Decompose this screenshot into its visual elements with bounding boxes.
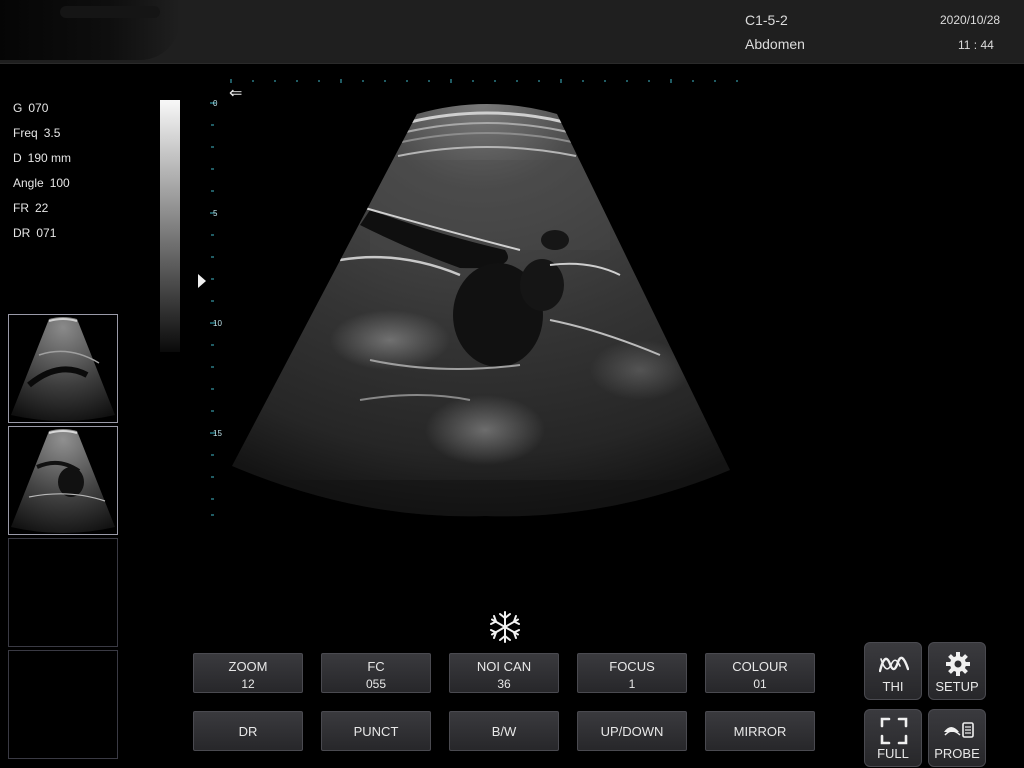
param-dynamic-range: DR 071 [13,226,57,240]
probe-name: C1-5-2 [745,12,788,28]
button-value: 36 [497,677,511,691]
button-value: 01 [753,677,767,691]
button-label: NOI CAN [476,659,532,674]
button-value: 055 [365,677,387,691]
button-label: FC [367,659,385,674]
button-label: FOCUS [609,659,655,674]
focus-button[interactable]: FOCUS 1 [577,653,687,693]
button-label: MIRROR [733,724,787,739]
thumbnail-slot-4[interactable] [8,650,118,759]
fullscreen-icon [880,717,908,745]
logo-area [0,0,180,60]
button-label: DR [238,724,258,739]
thumbnail-image [11,317,115,421]
depth-label-5: 5 [213,209,218,218]
button-label: THI [882,679,904,694]
full-button[interactable]: FULL [864,709,922,767]
exam-preset: Abdomen [745,36,805,52]
time-display: 11 : 44 [958,38,994,52]
bw-button[interactable]: B/W [449,711,559,751]
noise-cancel-button[interactable]: NOI CAN 36 [449,653,559,693]
button-label: COLOUR [732,659,788,674]
param-angle: Angle 100 [13,176,70,190]
thumbnail-2[interactable] [8,426,118,535]
button-value: 1 [628,677,636,691]
header-bar: C1-5-2 Abdomen 2020/10/28 11 : 44 [0,0,1024,64]
gear-icon [946,652,970,676]
thumbnail-slot-3[interactable] [8,538,118,647]
zoom-button[interactable]: ZOOM 12 [193,653,303,693]
setup-button[interactable]: SETUP [928,642,986,700]
grayscale-bar [160,100,180,352]
button-label: PUNCT [353,724,399,739]
date-display: 2020/10/28 [940,13,1001,27]
ultrasound-image[interactable] [220,100,750,525]
punct-button[interactable]: PUNCT [321,711,431,751]
up-down-button[interactable]: UP/DOWN [577,711,687,751]
button-label: ZOOM [228,659,268,674]
probe-button[interactable]: PROBE [928,709,986,767]
button-value: 12 [241,677,255,691]
mirror-button[interactable]: MIRROR [705,711,815,751]
button-label: FULL [877,746,909,761]
wave-icon [879,656,909,673]
freeze-snowflake-icon[interactable] [488,610,522,644]
probe-icon [944,722,974,738]
depth-label-0: 0 [213,99,218,108]
thumbnail-image [11,429,115,533]
thumbnail-1[interactable] [8,314,118,423]
param-depth: D 190 mm [13,151,72,165]
colour-button[interactable]: COLOUR 01 [705,653,815,693]
lateral-ruler [230,79,738,83]
dr-button[interactable]: DR [193,711,303,751]
fc-button[interactable]: FC 055 [321,653,431,693]
thi-button[interactable]: THI [864,642,922,700]
button-label: PROBE [934,746,980,761]
button-label: B/W [491,724,517,739]
button-label: SETUP [935,679,979,694]
param-gain: G 070 [13,101,49,115]
button-label: UP/DOWN [600,724,664,739]
param-frequency: Freq 3.5 [13,126,61,140]
param-frame-rate: FR 22 [13,201,49,215]
